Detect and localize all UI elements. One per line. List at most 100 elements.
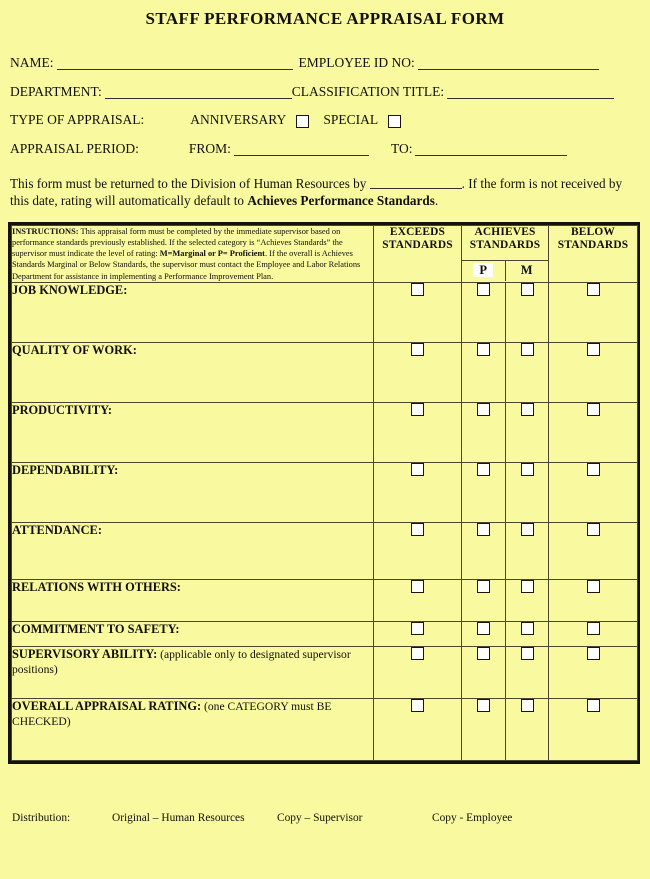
employee-id-label: EMPLOYEE ID NO: [298,55,415,70]
checkbox[interactable] [520,698,534,712]
appraisal-period-row: APPRAISAL PERIOD: FROM: TO: [10,141,640,157]
checkbox[interactable] [586,462,600,476]
rating-exceeds-job-knowledge[interactable] [373,281,462,343]
checkbox[interactable] [477,579,490,593]
rating-achieves-m-quality-of-work[interactable] [504,341,550,403]
rating-achieves-m-commitment-to-safety[interactable] [504,620,550,647]
classification-title-label: CLASSIFICATION TITLE: [291,83,445,99]
from-input[interactable] [233,142,369,156]
return-date-input[interactable] [369,177,462,189]
rating-below-supervisory-ability[interactable] [548,645,639,699]
checkbox[interactable] [477,402,490,416]
criterion-supervisory-ability: SUPERVISORY ABILITY: (applicable only to… [11,645,374,699]
checkbox[interactable] [586,698,600,712]
checkbox[interactable] [586,522,600,536]
checkbox[interactable] [477,621,490,635]
rating-achieves-m-dependability[interactable] [504,461,550,523]
checkbox[interactable] [477,698,490,712]
checkbox[interactable] [477,282,490,296]
rating-below-commitment-to-safety[interactable] [548,620,639,647]
checkbox[interactable] [411,402,424,416]
rating-below-dependability[interactable] [548,461,639,523]
checkbox[interactable] [477,522,490,536]
rating-achieves-p-attendance[interactable] [461,521,506,580]
criterion-label: ATTENDANCE: [12,522,102,537]
rating-below-quality-of-work[interactable] [548,341,639,403]
rating-below-job-knowledge[interactable] [548,281,639,343]
rating-achieves-m-job-knowledge[interactable] [504,281,550,343]
anniversary-checkbox[interactable] [296,115,310,128]
rating-exceeds-relations-with-others[interactable] [373,578,462,622]
appraisal-table: INSTRUCTIONS: This appraisal form must b… [11,224,639,761]
checkbox[interactable] [520,402,534,416]
special-label: SPECIAL [323,112,379,127]
rating-achieves-m-overall[interactable] [504,697,550,761]
column-header-below: BELOW STANDARDS [548,224,639,283]
checkbox[interactable] [586,579,600,593]
criterion-job-knowledge: JOB KNOWLEDGE: [11,281,374,343]
rating-achieves-m-supervisory-ability[interactable] [504,645,550,699]
checkbox[interactable] [586,646,600,660]
rating-exceeds-quality-of-work[interactable] [373,341,462,403]
checkbox[interactable] [411,698,424,712]
instructions-lead: INSTRUCTIONS: [12,226,79,236]
achieves-subheader-band: P M [462,259,549,282]
checkbox[interactable] [411,342,424,356]
table-row: QUALITY OF WORK: [11,341,639,403]
checkbox[interactable] [520,579,534,593]
classification-title-input[interactable] [447,85,615,99]
checkbox[interactable] [586,342,600,356]
rating-achieves-p-overall[interactable] [461,697,506,761]
checkbox[interactable] [411,462,424,476]
rating-achieves-p-dependability[interactable] [461,461,506,523]
appraisal-table-wrapper: INSTRUCTIONS: This appraisal form must b… [8,221,640,764]
rating-below-overall[interactable] [548,697,639,761]
rating-exceeds-productivity[interactable] [373,401,462,463]
criterion-dependability: DEPENDABILITY: [11,461,374,523]
criterion-label: RELATIONS WITH OTHERS: [12,579,181,594]
rating-below-productivity[interactable] [548,401,639,463]
checkbox[interactable] [411,621,424,635]
rating-achieves-m-attendance[interactable] [504,521,550,580]
rating-achieves-p-commitment-to-safety[interactable] [461,620,506,647]
notice-part-1: This form must be returned to the Divisi… [10,175,370,191]
checkbox[interactable] [411,522,424,536]
checkbox[interactable] [477,342,490,356]
rating-achieves-p-quality-of-work[interactable] [461,341,506,403]
checkbox[interactable] [520,522,534,536]
rating-exceeds-overall[interactable] [373,697,462,761]
name-input[interactable] [56,56,293,70]
column-header-achieves: ACHIEVES STANDARDS P M [460,224,550,283]
rating-achieves-p-productivity[interactable] [461,401,506,463]
to-input[interactable] [415,142,568,156]
rating-exceeds-supervisory-ability[interactable] [373,645,462,699]
special-checkbox[interactable] [388,115,402,128]
rating-achieves-m-productivity[interactable] [504,401,550,463]
rating-below-attendance[interactable] [548,521,639,580]
checkbox[interactable] [411,579,424,593]
checkbox[interactable] [586,402,600,416]
checkbox[interactable] [520,282,534,296]
checkbox[interactable] [520,646,534,660]
checkbox[interactable] [411,646,424,660]
rating-achieves-p-job-knowledge[interactable] [461,281,506,343]
checkbox[interactable] [586,621,600,635]
rating-achieves-p-relations-with-others[interactable] [461,578,506,622]
checkbox[interactable] [477,462,490,476]
checkbox[interactable] [477,646,490,660]
below-line-1: BELOW [570,225,616,238]
checkbox[interactable] [520,462,534,476]
checkbox[interactable] [586,282,600,296]
checkbox[interactable] [520,621,534,635]
rating-exceeds-commitment-to-safety[interactable] [373,620,462,647]
rating-achieves-p-supervisory-ability[interactable] [461,645,506,699]
rating-exceeds-attendance[interactable] [373,521,462,580]
employee-id-input[interactable] [417,56,599,70]
rating-exceeds-dependability[interactable] [373,461,462,523]
checkbox[interactable] [411,282,424,296]
department-input[interactable] [104,85,292,99]
achieves-line-1: ACHIEVES [474,225,536,238]
checkbox[interactable] [520,342,534,356]
rating-below-relations-with-others[interactable] [548,578,639,622]
rating-achieves-m-relations-with-others[interactable] [504,578,550,622]
